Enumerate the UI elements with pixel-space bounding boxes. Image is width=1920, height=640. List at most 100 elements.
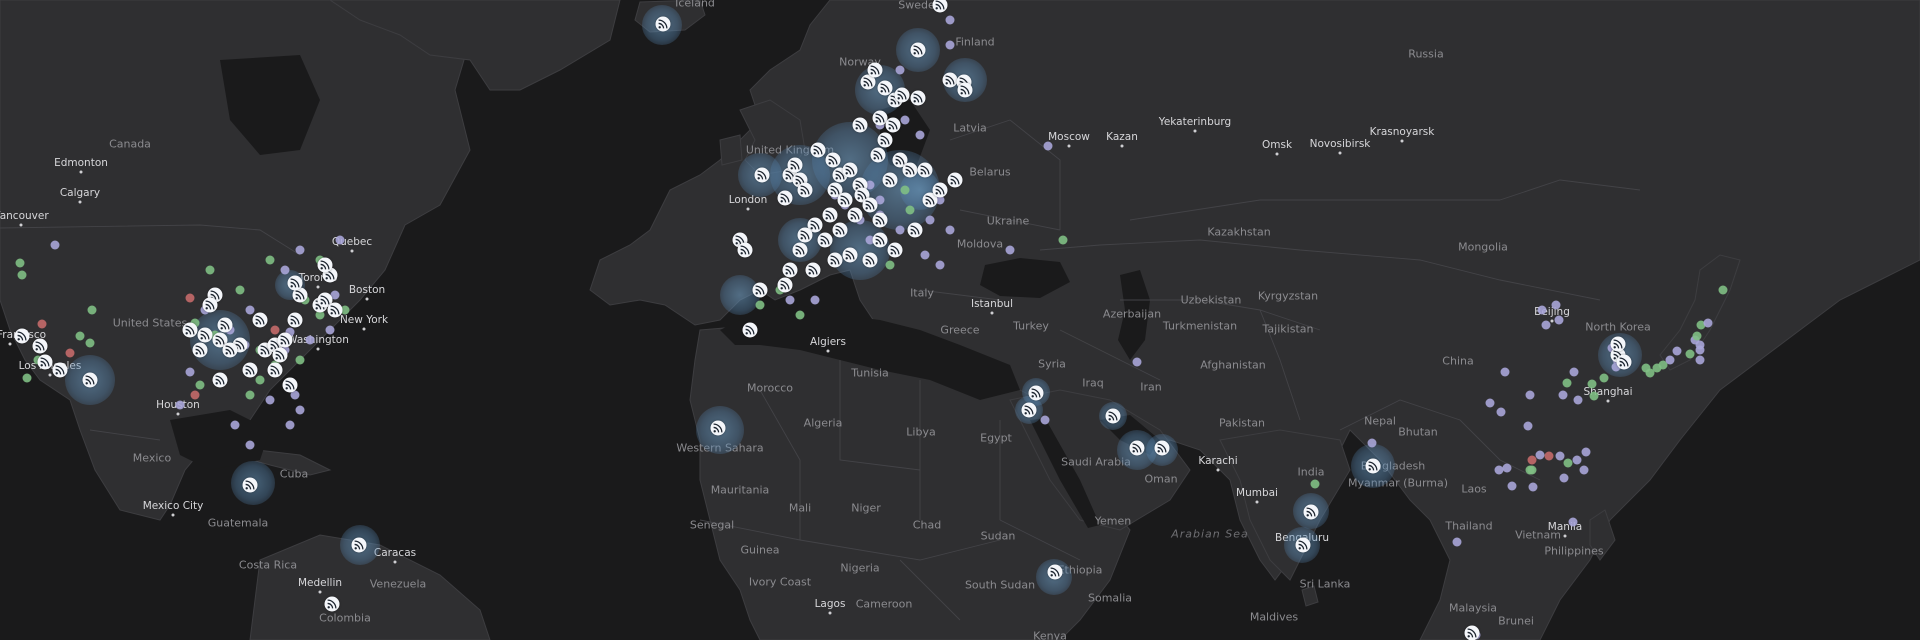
rss-feed-marker[interactable] bbox=[862, 197, 878, 213]
location-dot[interactable] bbox=[1718, 285, 1728, 295]
rss-feed-marker[interactable] bbox=[1295, 537, 1311, 553]
location-dot[interactable] bbox=[1544, 451, 1554, 461]
rss-feed-marker[interactable] bbox=[197, 327, 213, 343]
rss-feed-marker[interactable] bbox=[787, 157, 803, 173]
location-dot[interactable] bbox=[755, 300, 765, 310]
rss-feed-marker[interactable] bbox=[222, 342, 238, 358]
location-dot[interactable] bbox=[1527, 455, 1537, 465]
location-dot[interactable] bbox=[1507, 481, 1517, 491]
rss-feed-marker[interactable] bbox=[1365, 458, 1381, 474]
rss-feed-marker[interactable] bbox=[792, 242, 808, 258]
location-dot[interactable] bbox=[245, 440, 255, 450]
rss-feed-marker[interactable] bbox=[942, 72, 958, 88]
location-dot[interactable] bbox=[785, 295, 795, 305]
rss-feed-marker[interactable] bbox=[910, 42, 926, 58]
rss-feed-marker[interactable] bbox=[852, 117, 868, 133]
rss-feed-marker[interactable] bbox=[862, 252, 878, 268]
location-dot[interactable] bbox=[1500, 367, 1510, 377]
rss-feed-marker[interactable] bbox=[1154, 440, 1170, 456]
location-dot[interactable] bbox=[885, 260, 895, 270]
location-dot[interactable] bbox=[1527, 465, 1537, 475]
rss-feed-marker[interactable] bbox=[867, 62, 883, 78]
location-dot[interactable] bbox=[1573, 395, 1583, 405]
rss-feed-marker[interactable] bbox=[782, 262, 798, 278]
rss-feed-marker[interactable] bbox=[882, 172, 898, 188]
location-dot[interactable] bbox=[1703, 318, 1713, 328]
location-dot[interactable] bbox=[85, 338, 95, 348]
rss-feed-marker[interactable] bbox=[777, 190, 793, 206]
location-dot[interactable] bbox=[1562, 378, 1572, 388]
location-dot[interactable] bbox=[1599, 373, 1609, 383]
location-dot[interactable] bbox=[1537, 305, 1547, 315]
location-dot[interactable] bbox=[1535, 450, 1545, 460]
rss-feed-marker[interactable] bbox=[351, 537, 367, 553]
location-dot[interactable] bbox=[1692, 331, 1702, 341]
location-dot[interactable] bbox=[925, 215, 935, 225]
location-dot[interactable] bbox=[1058, 235, 1068, 245]
location-dot[interactable] bbox=[945, 225, 955, 235]
rss-feed-marker[interactable] bbox=[810, 142, 826, 158]
location-dot[interactable] bbox=[1452, 537, 1462, 547]
rss-feed-marker[interactable] bbox=[287, 312, 303, 328]
location-dot[interactable] bbox=[1685, 349, 1695, 359]
location-dot[interactable] bbox=[1587, 379, 1597, 389]
rss-feed-marker[interactable] bbox=[1028, 385, 1044, 401]
rss-feed-marker[interactable] bbox=[837, 192, 853, 208]
rss-feed-marker[interactable] bbox=[887, 242, 903, 258]
location-dot[interactable] bbox=[1581, 447, 1591, 457]
location-dot[interactable] bbox=[1496, 407, 1506, 417]
rss-feed-marker[interactable] bbox=[842, 247, 858, 263]
rss-feed-marker[interactable] bbox=[842, 162, 858, 178]
rss-feed-marker[interactable] bbox=[817, 232, 833, 248]
location-dot[interactable] bbox=[190, 390, 200, 400]
location-dot[interactable] bbox=[185, 367, 195, 377]
location-dot[interactable] bbox=[1559, 473, 1569, 483]
location-dot[interactable] bbox=[905, 205, 915, 215]
location-dot[interactable] bbox=[1589, 391, 1599, 401]
rss-feed-marker[interactable] bbox=[37, 354, 53, 370]
rss-feed-marker[interactable] bbox=[1105, 408, 1121, 424]
location-dot[interactable] bbox=[245, 305, 255, 315]
rss-feed-marker[interactable] bbox=[825, 152, 841, 168]
rss-feed-marker[interactable] bbox=[317, 257, 333, 273]
rss-feed-marker[interactable] bbox=[894, 87, 910, 103]
location-dot[interactable] bbox=[175, 400, 185, 410]
rss-feed-marker[interactable] bbox=[907, 222, 923, 238]
location-dot[interactable] bbox=[1485, 398, 1495, 408]
rss-feed-marker[interactable] bbox=[917, 162, 933, 178]
rss-feed-marker[interactable] bbox=[902, 162, 918, 178]
location-dot[interactable] bbox=[1525, 390, 1535, 400]
rss-feed-marker[interactable] bbox=[267, 362, 283, 378]
location-dot[interactable] bbox=[1569, 367, 1579, 377]
location-dot[interactable] bbox=[265, 255, 275, 265]
location-dot[interactable] bbox=[945, 15, 955, 25]
rss-feed-marker[interactable] bbox=[832, 222, 848, 238]
rss-feed-marker[interactable] bbox=[797, 227, 813, 243]
location-dot[interactable] bbox=[22, 373, 32, 383]
rss-feed-marker[interactable] bbox=[885, 117, 901, 133]
rss-feed-marker[interactable] bbox=[277, 332, 293, 348]
location-dot[interactable] bbox=[255, 375, 265, 385]
rss-feed-marker[interactable] bbox=[327, 302, 343, 318]
rss-feed-marker[interactable] bbox=[847, 207, 863, 223]
rss-feed-marker[interactable] bbox=[957, 82, 973, 98]
location-dot[interactable] bbox=[1502, 463, 1512, 473]
location-dot[interactable] bbox=[1555, 451, 1565, 461]
location-dot[interactable] bbox=[1541, 320, 1551, 330]
location-dot[interactable] bbox=[65, 348, 75, 358]
rss-feed-marker[interactable] bbox=[910, 90, 926, 106]
location-dot[interactable] bbox=[305, 335, 315, 345]
rss-feed-marker[interactable] bbox=[827, 252, 843, 268]
location-dot[interactable] bbox=[270, 325, 280, 335]
location-dot[interactable] bbox=[325, 325, 335, 335]
rss-feed-marker[interactable] bbox=[1021, 402, 1037, 418]
rss-feed-marker[interactable] bbox=[872, 232, 888, 248]
location-dot[interactable] bbox=[285, 420, 295, 430]
rss-feed-marker[interactable] bbox=[192, 342, 208, 358]
location-dot[interactable] bbox=[205, 265, 215, 275]
location-dot[interactable] bbox=[1040, 415, 1050, 425]
rss-feed-marker[interactable] bbox=[1616, 354, 1632, 370]
rss-feed-marker[interactable] bbox=[82, 372, 98, 388]
rss-feed-marker[interactable] bbox=[212, 372, 228, 388]
rss-feed-marker[interactable] bbox=[182, 322, 198, 338]
